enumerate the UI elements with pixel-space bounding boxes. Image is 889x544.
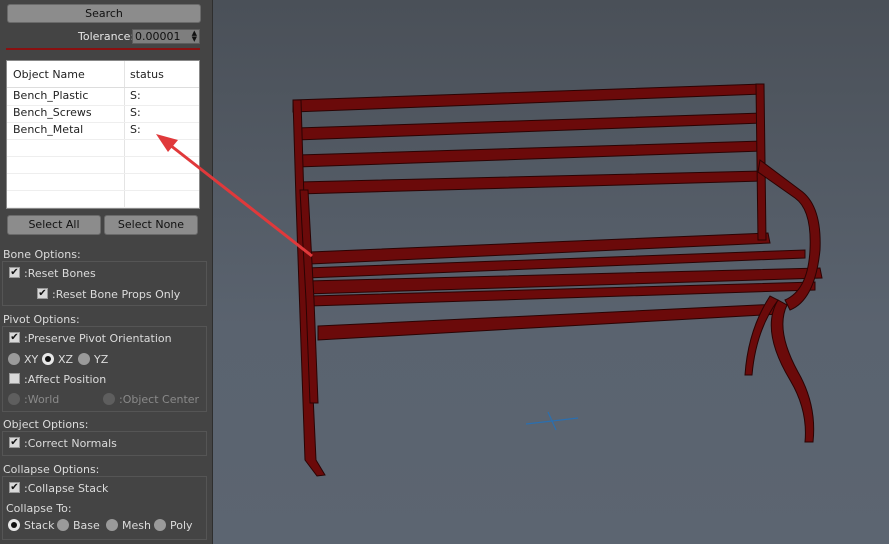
list-header: Object Name status <box>7 61 199 88</box>
preserve-pivot-checkbox[interactable]: ✔ <box>9 332 20 343</box>
collapse-stack-radio-label: Stack <box>24 519 55 532</box>
list-item[interactable]: Bench_Metal S: <box>7 122 199 140</box>
collapse-stack-label: :Collapse Stack <box>24 482 109 495</box>
collapse-poly-radio[interactable] <box>154 519 166 531</box>
bone-options-title: Bone Options: <box>3 248 81 261</box>
object-name: Bench_Screws <box>13 106 92 119</box>
object-status: S: <box>130 123 141 136</box>
reset-bones-label: :Reset Bones <box>24 267 96 280</box>
select-none-button[interactable]: Select None <box>104 215 198 235</box>
3d-viewport[interactable] <box>213 0 889 544</box>
search-button[interactable]: Search <box>7 4 201 23</box>
object-center-label: :Object Center <box>119 393 200 406</box>
object-list[interactable]: Object Name status Bench_Plastic S: Benc… <box>6 60 200 209</box>
object-center-radio[interactable] <box>103 393 115 405</box>
select-all-button[interactable]: Select All <box>7 215 101 235</box>
object-name: Bench_Metal <box>13 123 84 136</box>
collapse-base-radio[interactable] <box>57 519 69 531</box>
rollout-panel: Search Tolerance: 0.00001 ▲ ▼ Object Name… <box>0 0 213 544</box>
column-header-object-name[interactable]: Object Name <box>13 68 85 81</box>
list-item <box>7 173 199 191</box>
reset-bone-props-label: :Reset Bone Props Only <box>52 288 181 301</box>
affect-position-label: :Affect Position <box>24 373 107 386</box>
world-label: :World <box>24 393 60 406</box>
axis-xz-label: XZ <box>58 353 74 366</box>
axis-yz-label: YZ <box>94 353 109 366</box>
object-options-title: Object Options: <box>3 418 89 431</box>
tolerance-spinner[interactable]: 0.00001 ▲ ▼ <box>132 29 200 44</box>
correct-normals-label: :Correct Normals <box>24 437 117 450</box>
object-status: S: <box>130 89 141 102</box>
object-status: S: <box>130 106 141 119</box>
list-item <box>7 156 199 174</box>
reset-bone-props-checkbox[interactable]: ✔ <box>37 288 48 299</box>
list-item[interactable]: Bench_Plastic S: <box>7 88 199 106</box>
collapse-options-title: Collapse Options: <box>3 463 100 476</box>
reset-bones-checkbox[interactable]: ✔ <box>9 267 20 278</box>
spinner-arrows-icon[interactable]: ▲ ▼ <box>192 30 197 43</box>
tolerance-label: Tolerance: <box>78 30 135 43</box>
collapse-mesh-radio[interactable] <box>106 519 118 531</box>
collapse-stack-checkbox[interactable]: ✔ <box>9 482 20 493</box>
collapse-poly-radio-label: Poly <box>170 519 193 532</box>
affect-position-checkbox[interactable] <box>9 373 20 384</box>
collapse-stack-radio[interactable] <box>8 519 20 531</box>
correct-normals-checkbox[interactable]: ✔ <box>9 437 20 448</box>
tolerance-value: 0.00001 <box>135 30 181 43</box>
list-item[interactable]: Bench_Screws S: <box>7 105 199 123</box>
preserve-pivot-label: :Preserve Pivot Orientation <box>24 332 172 345</box>
world-radio[interactable] <box>8 393 20 405</box>
collapse-to-label: Collapse To: <box>6 502 72 515</box>
list-item <box>7 139 199 157</box>
axis-xy-label: XY <box>24 353 39 366</box>
divider <box>6 48 200 50</box>
column-header-status[interactable]: status <box>130 68 164 81</box>
axis-yz-radio[interactable] <box>78 353 90 365</box>
list-item <box>7 190 199 208</box>
pivot-options-title: Pivot Options: <box>3 313 80 326</box>
axis-xz-radio[interactable] <box>42 353 54 365</box>
collapse-mesh-radio-label: Mesh <box>122 519 151 532</box>
object-name: Bench_Plastic <box>13 89 89 102</box>
axis-xy-radio[interactable] <box>8 353 20 365</box>
collapse-base-radio-label: Base <box>73 519 100 532</box>
